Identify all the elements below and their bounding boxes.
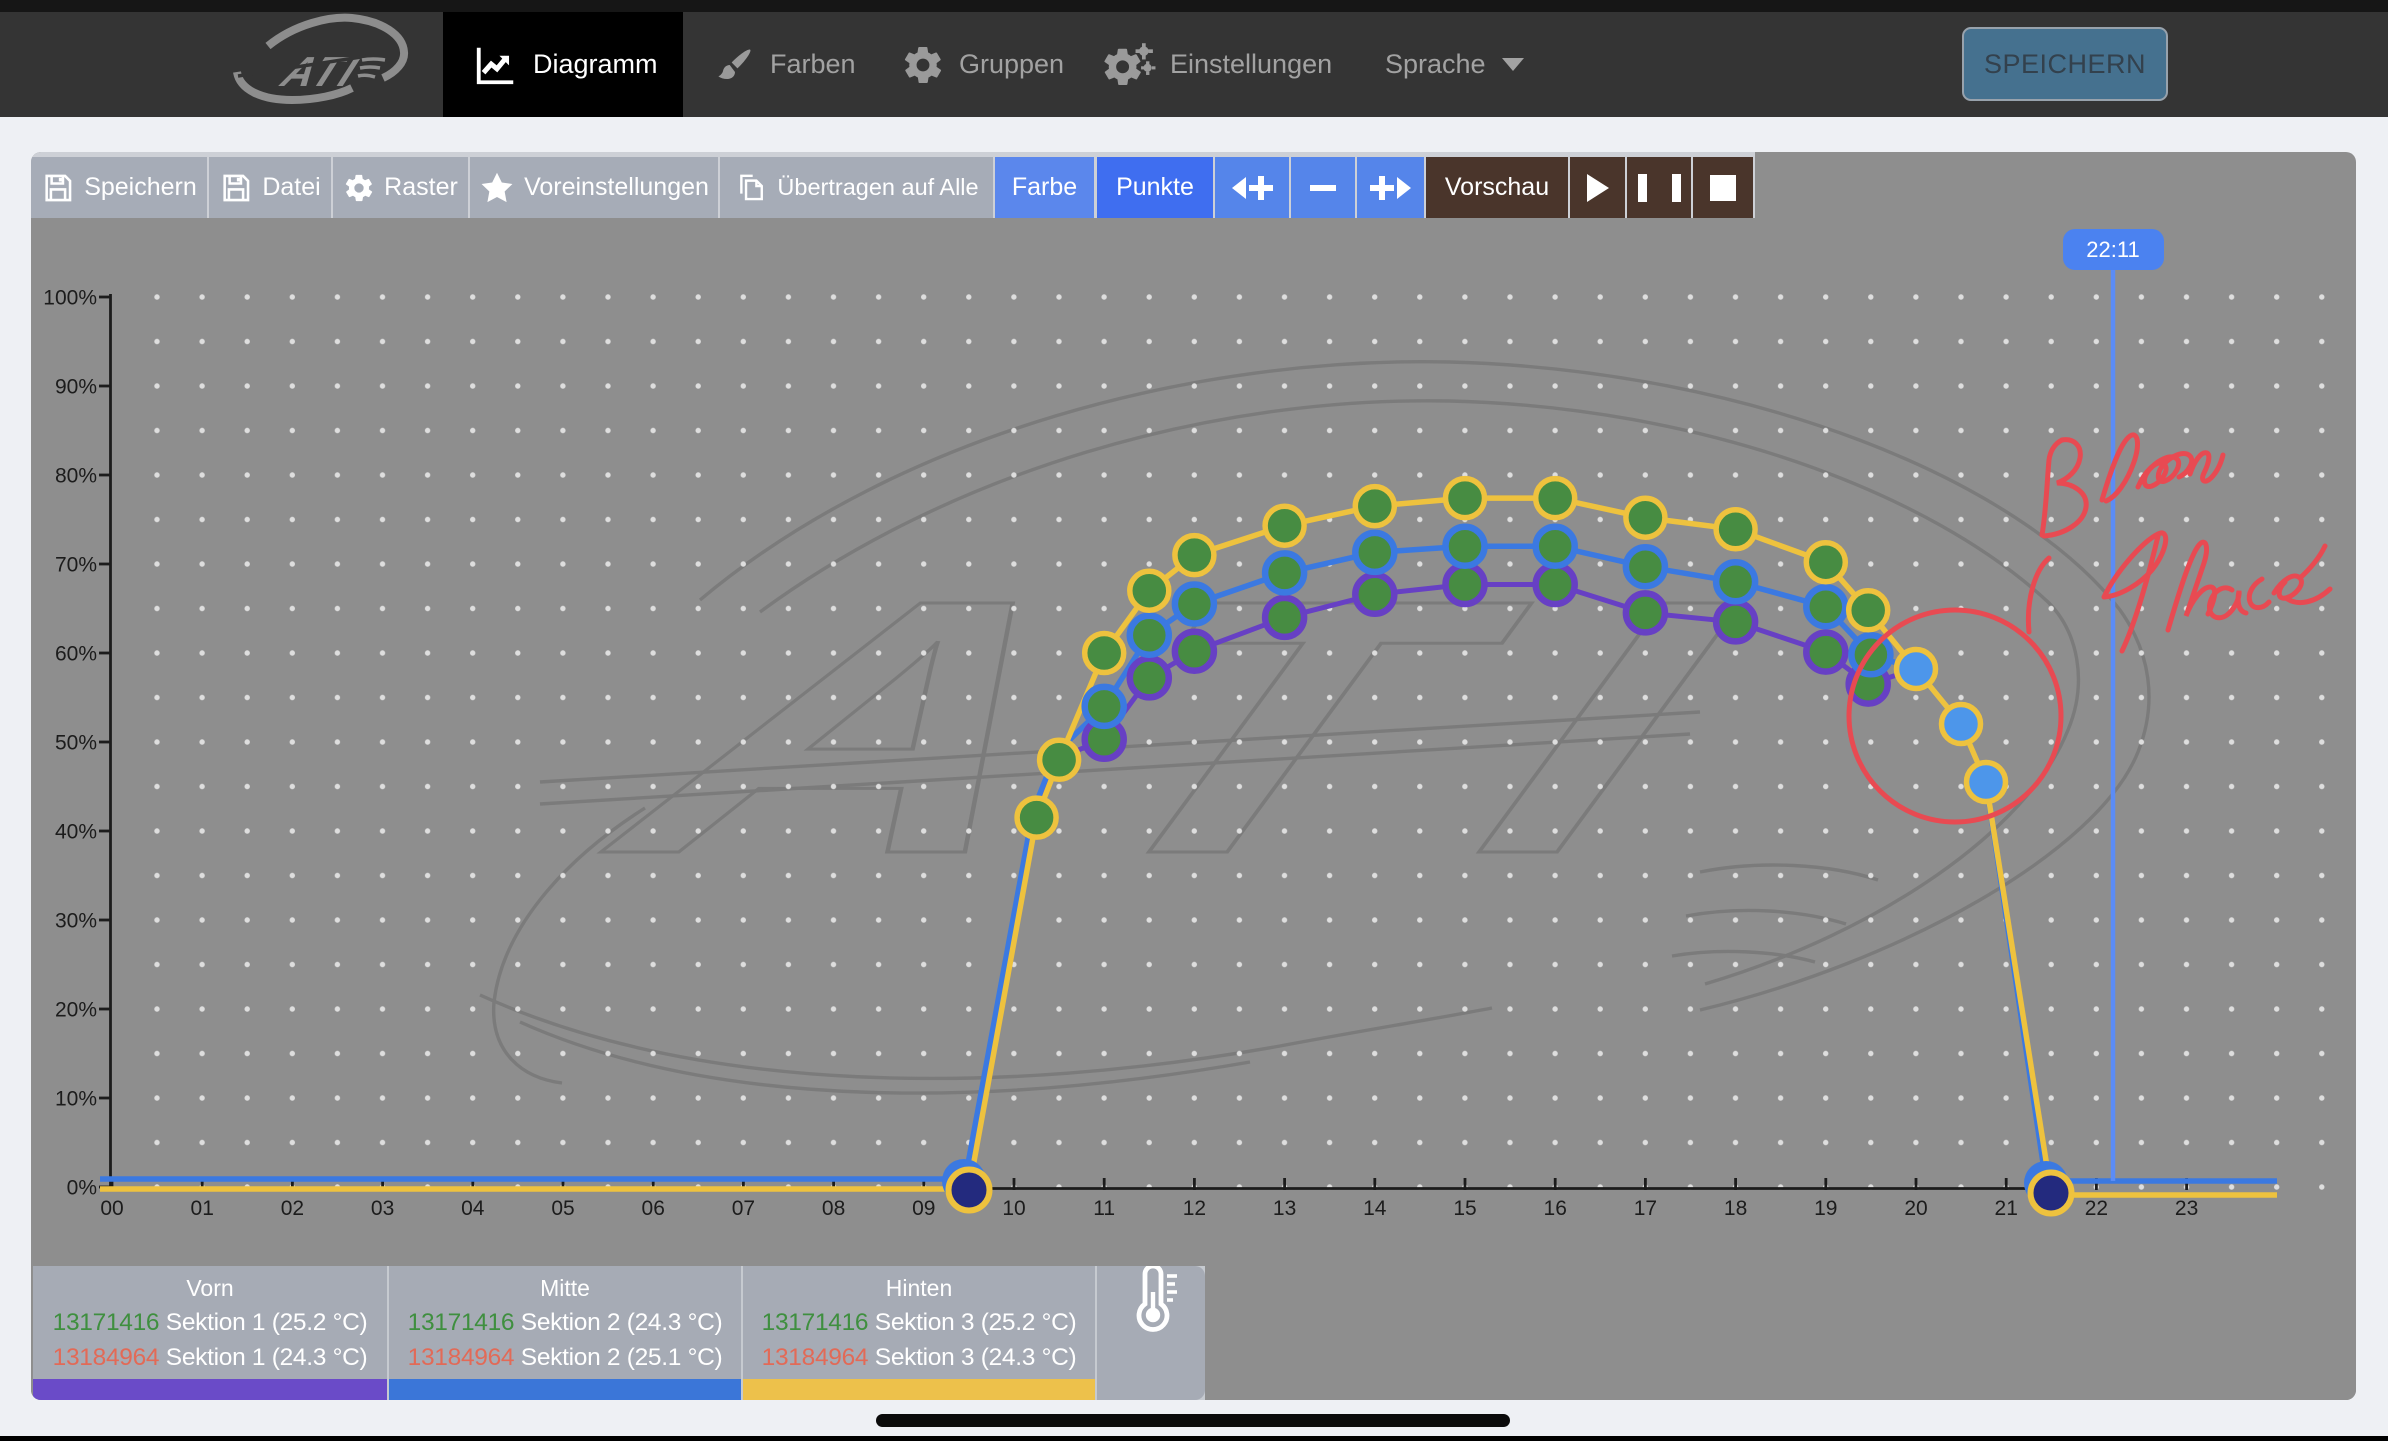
svg-text:40%: 40%	[55, 821, 97, 844]
svg-text:06: 06	[642, 1197, 665, 1220]
svg-text:50%: 50%	[55, 732, 97, 755]
svg-text:19: 19	[1814, 1197, 1837, 1220]
svg-text:14: 14	[1363, 1197, 1387, 1220]
svg-text:80%: 80%	[55, 465, 97, 488]
svg-text:60%: 60%	[55, 643, 97, 666]
svg-text:10: 10	[1002, 1197, 1025, 1220]
svg-text:20: 20	[1904, 1197, 1927, 1220]
svg-text:90%: 90%	[55, 376, 97, 399]
svg-text:100%: 100%	[43, 287, 97, 310]
svg-text:70%: 70%	[55, 554, 97, 577]
svg-text:22: 22	[2085, 1197, 2108, 1220]
svg-text:03: 03	[371, 1197, 394, 1220]
svg-text:01: 01	[191, 1197, 214, 1220]
svg-text:13: 13	[1273, 1197, 1296, 1220]
svg-text:17: 17	[1634, 1197, 1657, 1220]
svg-text:04: 04	[461, 1197, 485, 1220]
svg-text:10%: 10%	[55, 1088, 97, 1111]
svg-text:00: 00	[100, 1197, 123, 1220]
svg-text:20%: 20%	[55, 999, 97, 1022]
svg-text:16: 16	[1544, 1197, 1567, 1220]
svg-text:07: 07	[732, 1197, 755, 1220]
svg-text:09: 09	[912, 1197, 935, 1220]
svg-text:18: 18	[1724, 1197, 1747, 1220]
svg-text:12: 12	[1183, 1197, 1206, 1220]
svg-text:23: 23	[2175, 1197, 2198, 1220]
svg-text:05: 05	[551, 1197, 574, 1220]
svg-text:15: 15	[1453, 1197, 1476, 1220]
svg-text:21: 21	[1995, 1197, 2018, 1220]
svg-text:30%: 30%	[55, 910, 97, 933]
svg-text:22:11: 22:11	[2086, 237, 2139, 262]
svg-text:08: 08	[822, 1197, 845, 1220]
svg-text:0%: 0%	[67, 1177, 97, 1200]
svg-text:11: 11	[1093, 1197, 1115, 1220]
svg-text:02: 02	[281, 1197, 304, 1220]
